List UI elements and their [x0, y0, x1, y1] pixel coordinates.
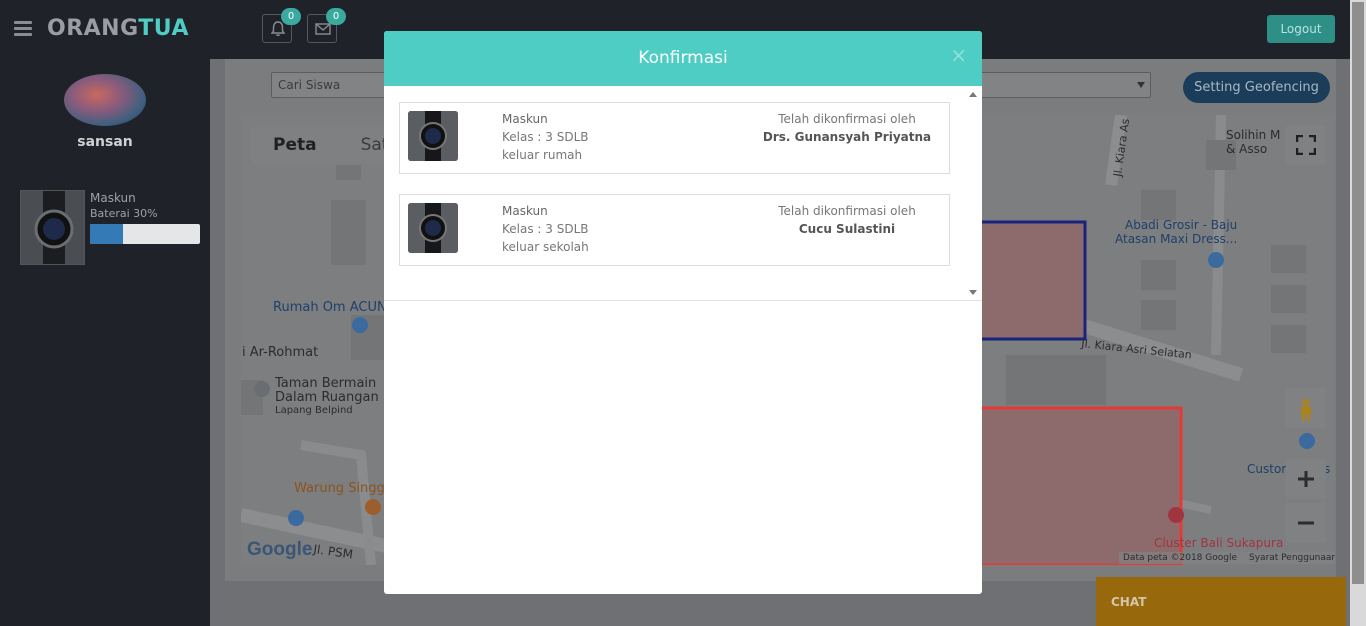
student-status: keluar sekolah [502, 240, 589, 254]
sidebar: sansan Maskun Baterai 30% [0, 59, 210, 626]
confirmed-text: Telah dikonfirmasi oleh [778, 204, 916, 218]
student-photo [408, 203, 458, 253]
student-class: Kelas : 3 SDLB [502, 222, 589, 236]
map-data-credit: Data peta ©2018 Google [1123, 553, 1238, 563]
student-name: Maskun [502, 112, 548, 126]
confirmation-item[interactable]: Maskun Kelas : 3 SDLB keluar rumah Telah… [399, 102, 950, 174]
confirmation-modal: Konfirmasi × Maskun Kelas : 3 SDLB kelua… [384, 31, 982, 594]
student-status: keluar rumah [502, 148, 583, 162]
notification-count-badge: 0 [281, 8, 301, 25]
map-label-taman2: Dalam Ruangan [275, 390, 379, 405]
child-name: Maskun [90, 191, 136, 205]
close-icon[interactable]: × [950, 44, 967, 66]
watch-image [408, 203, 458, 253]
brand-part1: ORANG [47, 16, 139, 41]
username: sansan [77, 134, 133, 150]
map-label-cluster: Cluster Bali Sukapura [1154, 536, 1283, 550]
confirmation-list[interactable]: Maskun Kelas : 3 SDLB keluar rumah Telah… [384, 86, 982, 301]
confirmed-by: Cucu Sulastini [798, 222, 896, 236]
menu-icon[interactable] [14, 21, 32, 36]
message-button[interactable]: 0 [307, 8, 346, 43]
fullscreen-icon [1296, 135, 1316, 155]
scroll-down-icon[interactable] [969, 290, 977, 295]
student-name: Maskun [502, 204, 548, 218]
map-label-solihin2: & Asso [1226, 142, 1267, 156]
modal-header: Konfirmasi × [384, 31, 982, 86]
pegman-icon [1301, 398, 1311, 421]
map-type-peta[interactable]: Peta [251, 127, 339, 164]
confirmation-item[interactable]: Maskun Kelas : 3 SDLB keluar sekolah Tel… [399, 194, 950, 266]
chat-label: CHAT [1111, 595, 1147, 609]
map-label-abadi2: Atasan Maxi Dress... [1115, 232, 1237, 246]
google-logo: Google [247, 539, 313, 560]
map-label-warung: Warung Singga [294, 481, 393, 496]
notification-button[interactable]: 0 [262, 8, 301, 43]
brand-logo[interactable]: ORANGTUA [47, 16, 189, 41]
battery-progress [90, 224, 200, 244]
map-label-solihin1: Solihin M [1226, 128, 1280, 142]
zoom-in-button[interactable] [1286, 459, 1326, 499]
child-photo[interactable] [20, 190, 85, 265]
message-count-badge: 0 [326, 8, 346, 25]
page-scrollbar[interactable] [1350, 0, 1366, 626]
map-attribution: Data peta ©2018 Google Syarat Penggunaan [1119, 552, 1335, 564]
map-label-abadi1: Abadi Grosir - Baju [1125, 218, 1237, 232]
watch-image [21, 191, 84, 264]
scroll-up-icon[interactable] [969, 92, 977, 97]
map-label-rumah: Rumah Om ACUN [273, 300, 387, 315]
chat-bar[interactable]: CHAT [1096, 577, 1346, 626]
brand-part2: TUA [138, 16, 189, 41]
map-label-rohmat: i Ar-Rohmat [242, 345, 318, 360]
watch-image [408, 111, 458, 161]
map-terms-link[interactable]: Syarat Penggunaan [1249, 553, 1335, 563]
minus-icon [1298, 521, 1314, 525]
student-photo [408, 111, 458, 161]
list-scrollbar[interactable] [968, 88, 978, 299]
avatar [64, 74, 146, 126]
setting-geofencing-button[interactable]: Setting Geofencing [1183, 72, 1330, 103]
chevron-down-icon [1137, 82, 1145, 88]
confirmed-by: Drs. Gunansyah Priyatna [762, 130, 932, 144]
confirmed-text: Telah dikonfirmasi oleh [778, 112, 916, 126]
student-search-placeholder: Cari Siswa [278, 78, 341, 92]
modal-title: Konfirmasi [638, 48, 728, 68]
map-label-taman1: Taman Bermain [274, 376, 376, 391]
plus-icon [1298, 471, 1314, 487]
zoom-out-button[interactable] [1286, 503, 1326, 543]
logout-button[interactable]: Logout [1267, 15, 1335, 43]
street-view-button[interactable] [1286, 388, 1326, 428]
page-scrollbar-thumb[interactable] [1352, 2, 1364, 584]
map-label-lapang: Lapang Belpind [275, 405, 353, 416]
battery-progress-fill [90, 224, 123, 244]
child-battery-label: Baterai 30% [90, 207, 158, 220]
student-class: Kelas : 3 SDLB [502, 130, 589, 144]
fullscreen-button[interactable] [1286, 125, 1326, 165]
